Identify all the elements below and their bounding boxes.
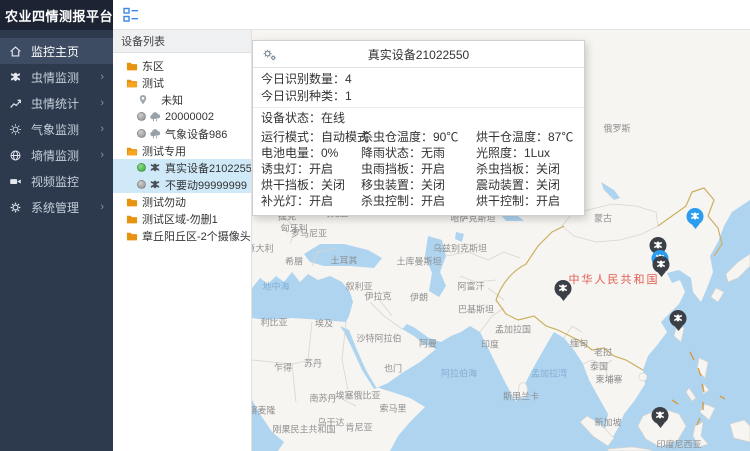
popup-metric-cell: 电池电量：0% — [261, 145, 361, 161]
map-pin-icon — [137, 94, 149, 106]
popup-metric-cell: 烘干控制：开启 — [476, 193, 576, 209]
tree-folder-east[interactable]: 东区 — [113, 57, 251, 74]
status-dot-online — [137, 163, 146, 172]
folder-open-icon — [126, 77, 138, 89]
device-tree: 东区 测试 未知 20000002 气象设备986 — [113, 53, 251, 244]
moth-icon — [690, 211, 701, 222]
map-canvas[interactable]: 俄罗斯蒙古哈萨克斯坦乌克兰捷克匈牙利罗马尼亚意大利希腊土耳其叙利亚伊拉克伊朗土库… — [252, 30, 750, 451]
tree-folder-test-dedicated[interactable]: 测试专用 — [113, 142, 251, 159]
tree-folder-test[interactable]: 测试 — [113, 74, 251, 91]
sidebar-item-video-monitor[interactable]: 视频监控 — [0, 168, 113, 194]
popup-status-line: 设备状态：在线 — [253, 110, 584, 127]
tree-toggle-icon[interactable] — [123, 7, 139, 23]
sidebar-item-label: 气象监测 — [31, 121, 79, 138]
popup-metric-cell: 降雨状态：无雨 — [361, 145, 476, 161]
sidebar-item-label: 虫情监测 — [31, 69, 79, 86]
popup-metric-cell: 虫雨挡板：开启 — [361, 161, 476, 177]
app-title: 农业四情测报平台 — [0, 0, 113, 30]
device-list-title: 设备列表 — [113, 30, 251, 53]
sidebar-item-label: 虫情统计 — [31, 95, 79, 112]
tree-device-real-21022550[interactable]: 真实设备21022550 — [113, 159, 251, 176]
popup-metric-cell: 杀虫控制：开启 — [361, 193, 476, 209]
sidebar-item-system-settings[interactable]: 系统管理 › — [0, 194, 113, 220]
tree-device-20000002[interactable]: 20000002 — [113, 108, 251, 125]
folder-icon — [126, 196, 138, 208]
sidebar-item-monitor-home[interactable]: 监控主页 — [0, 38, 113, 64]
device-detail-popup: 真实设备21022550 今日识别数量：4 今日识别种类：1 设备状态：在线 运… — [252, 40, 585, 216]
soil-icon — [9, 149, 22, 162]
tree-folder-zhangqiu[interactable]: 章丘阳丘区-2个摄像头 — [113, 227, 251, 244]
sidebar: 农业四情测报平台 监控主页 虫情监测 › 虫情统计 › 气象监测 › — [0, 0, 113, 451]
popup-metric-cell: 运行模式：自动模式 — [261, 129, 361, 145]
device-map-marker[interactable] — [652, 407, 669, 424]
weather-station-icon — [149, 111, 161, 123]
tree-folder-test-area[interactable]: 测试区域-勿删1 — [113, 210, 251, 227]
popup-header: 真实设备21022550 — [253, 41, 584, 68]
sidebar-item-weather-monitor[interactable]: 气象监测 › — [0, 116, 113, 142]
device-map-marker[interactable] — [653, 256, 670, 273]
sidebar-item-label: 视频监控 — [31, 173, 79, 190]
popup-device-title: 真实设备21022550 — [253, 46, 584, 63]
chevron-right-icon: › — [100, 71, 104, 83]
status-dot-offline — [137, 129, 146, 138]
gears-icon[interactable] — [262, 47, 277, 62]
popup-metric-cell: 烘干挡板：关闭 — [261, 177, 361, 193]
tree-device-do-not-touch[interactable]: 不要动99999999 — [113, 176, 251, 193]
tree-folder-test-no-touch[interactable]: 测试勿动 — [113, 193, 251, 210]
folder-icon — [126, 230, 138, 242]
weather-station-icon — [149, 128, 161, 140]
device-map-marker[interactable] — [555, 280, 572, 297]
popup-metric-cell: 补光灯：开启 — [261, 193, 361, 209]
device-map-marker[interactable] — [670, 310, 687, 327]
popup-metric-cell: 震动装置：关闭 — [476, 177, 576, 193]
insect-device-icon — [149, 162, 161, 174]
moth-icon — [558, 283, 569, 294]
folder-open-icon — [126, 145, 138, 157]
weather-icon — [9, 123, 22, 136]
sidebar-item-label: 系统管理 — [31, 199, 79, 216]
moth-icon — [655, 410, 666, 421]
sidebar-item-soil-monitor[interactable]: 墒情监测 › — [0, 142, 113, 168]
popup-metric-cell: 烘干仓温度：87℃ — [476, 129, 576, 145]
popup-metric-cell: 诱虫灯：开启 — [261, 161, 361, 177]
folder-icon — [126, 60, 138, 72]
tree-device-weather-986[interactable]: 气象设备986 — [113, 125, 251, 142]
moth-icon — [656, 259, 667, 270]
sidebar-menu: 监控主页 虫情监测 › 虫情统计 › 气象监测 › 墒情监测 — [0, 30, 113, 220]
home-icon — [9, 45, 22, 58]
sidebar-item-insect-monitor[interactable]: 虫情监测 › — [0, 64, 113, 90]
status-dot-offline — [137, 112, 146, 121]
chevron-right-icon: › — [100, 97, 104, 109]
popup-metric-cell: 杀虫挡板：关闭 — [476, 161, 576, 177]
insect-icon — [9, 71, 22, 84]
popup-metric-cell: 光照度：1Lux — [476, 145, 576, 161]
popup-metric-cell: 杀虫仓温度：90℃ — [361, 129, 476, 145]
popup-kind-line: 今日识别种类：1 — [253, 88, 584, 108]
app-window: 农业四情测报平台 监控主页 虫情监测 › 虫情统计 › 气象监测 › — [0, 0, 750, 451]
tree-device-unknown[interactable]: 未知 — [113, 91, 251, 108]
device-map-marker[interactable] — [687, 208, 704, 225]
sidebar-item-label: 监控主页 — [31, 43, 79, 60]
video-icon — [9, 175, 22, 188]
insect-device-icon — [149, 179, 161, 191]
sidebar-item-label: 墒情监测 — [31, 147, 79, 164]
chevron-right-icon: › — [100, 201, 104, 213]
moth-icon — [673, 313, 684, 324]
status-dot-offline — [137, 180, 146, 189]
chevron-right-icon: › — [100, 123, 104, 135]
sidebar-item-insect-stats[interactable]: 虫情统计 › — [0, 90, 113, 116]
popup-metrics-grid: 运行模式：自动模式杀虫仓温度：90℃烘干仓温度：87℃ 电池电量：0%降雨状态：无… — [253, 127, 584, 215]
device-list-panel: 设备列表 东区 测试 未知 20000002 气 — [113, 30, 252, 451]
folder-icon — [126, 213, 138, 225]
topbar — [113, 0, 750, 30]
chart-icon — [9, 97, 22, 110]
popup-count-line: 今日识别数量：4 — [253, 68, 584, 88]
gear-icon — [9, 201, 22, 214]
chevron-right-icon: › — [100, 149, 104, 161]
popup-metric-cell: 移虫装置：关闭 — [361, 177, 476, 193]
